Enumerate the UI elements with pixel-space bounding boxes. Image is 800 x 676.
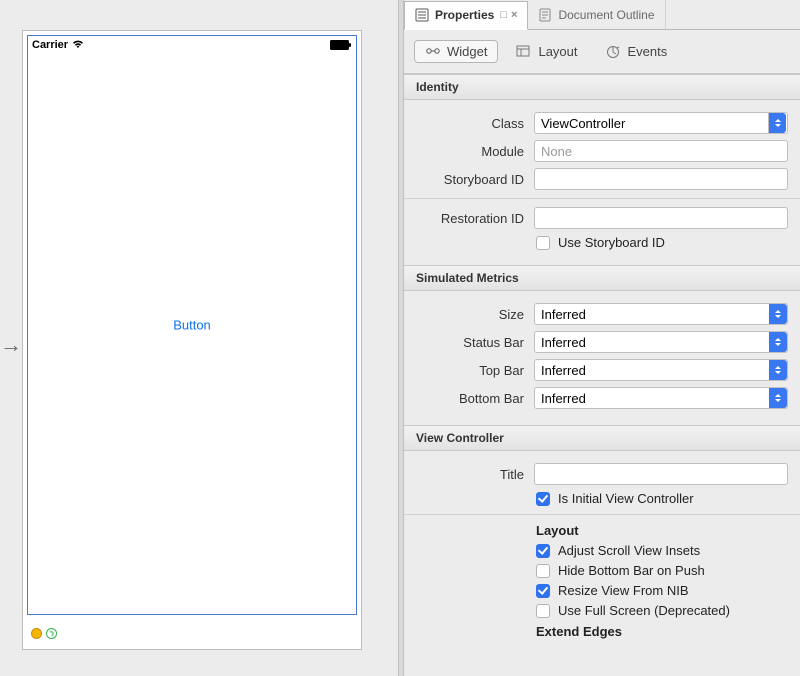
- subtab-widget[interactable]: Widget: [414, 40, 498, 63]
- document-outline-icon: [538, 8, 552, 22]
- simulated-status-bar: Carrier: [28, 36, 356, 54]
- tab-document-outline[interactable]: Document Outline: [528, 0, 665, 29]
- events-icon: [606, 45, 622, 59]
- tab-document-outline-label: Document Outline: [558, 8, 654, 22]
- battery-icon: [330, 40, 352, 50]
- is-initial-checkbox[interactable]: [536, 492, 550, 506]
- adjust-insets-checkbox[interactable]: [536, 544, 550, 558]
- class-label: Class: [416, 116, 524, 131]
- view-controller-icon[interactable]: [31, 628, 42, 639]
- storyboard-id-label: Storyboard ID: [416, 172, 524, 187]
- section-viewcontroller-header[interactable]: View Controller: [404, 425, 800, 451]
- view-controller-view[interactable]: Carrier Button: [27, 35, 357, 615]
- resize-nib-checkbox[interactable]: [536, 584, 550, 598]
- fullscreen-label: Use Full Screen (Deprecated): [558, 603, 730, 618]
- size-popup[interactable]: Inferred: [534, 303, 788, 325]
- pad-close-icon[interactable]: ×: [511, 9, 517, 21]
- use-storyboard-id-label: Use Storyboard ID: [558, 235, 665, 250]
- hide-bottom-checkbox[interactable]: [536, 564, 550, 578]
- storyboard-canvas[interactable]: → Carrier Button: [0, 0, 398, 676]
- statusbar-label: Status Bar: [416, 335, 524, 350]
- title-field[interactable]: [534, 463, 788, 485]
- section-identity-header[interactable]: Identity: [404, 74, 800, 100]
- subtab-layout-label: Layout: [538, 44, 577, 59]
- statusbar-popup[interactable]: Inferred: [534, 331, 788, 353]
- module-field[interactable]: [534, 140, 788, 162]
- title-label: Title: [416, 467, 524, 482]
- properties-content[interactable]: Identity Class ViewController Module Sto…: [404, 74, 800, 676]
- topbar-label: Top Bar: [416, 363, 524, 378]
- widget-icon: [425, 45, 441, 59]
- resize-nib-label: Resize View From NIB: [558, 583, 689, 598]
- size-label: Size: [416, 307, 524, 322]
- class-combobox[interactable]: ViewController: [534, 112, 788, 134]
- hide-bottom-label: Hide Bottom Bar on Push: [558, 563, 705, 578]
- module-label: Module: [416, 144, 524, 159]
- subtab-layout[interactable]: Layout: [506, 40, 587, 63]
- properties-icon: [415, 8, 429, 22]
- scene-dock[interactable]: [31, 628, 57, 639]
- button-widget[interactable]: Button: [173, 318, 211, 333]
- adjust-insets-label: Adjust Scroll View Insets: [558, 543, 700, 558]
- tab-properties[interactable]: Properties □ ×: [404, 1, 528, 30]
- panel-tab-bar: Properties □ × Document Outline: [404, 0, 800, 30]
- fullscreen-checkbox[interactable]: [536, 604, 550, 618]
- pad-autohide-icon[interactable]: □: [500, 9, 507, 21]
- initial-segue-arrow-icon: →: [0, 332, 22, 358]
- first-responder-icon[interactable]: [46, 628, 57, 639]
- subtab-widget-label: Widget: [447, 44, 487, 59]
- restoration-id-field[interactable]: [534, 207, 788, 229]
- extend-edges-subheader: Extend Edges: [536, 624, 788, 639]
- bottombar-popup[interactable]: Inferred: [534, 387, 788, 409]
- subtab-events[interactable]: Events: [596, 40, 678, 63]
- section-simmetrics-header[interactable]: Simulated Metrics: [404, 265, 800, 291]
- inspector-subtabs: Widget Layout Events: [404, 30, 800, 74]
- chevron-updown-icon[interactable]: [768, 113, 786, 133]
- carrier-label: Carrier: [32, 39, 68, 51]
- wifi-icon: [72, 38, 84, 52]
- storyboard-id-field[interactable]: [534, 168, 788, 190]
- topbar-popup[interactable]: Inferred: [534, 359, 788, 381]
- layout-icon: [516, 45, 532, 59]
- is-initial-label: Is Initial View Controller: [558, 491, 694, 506]
- subtab-events-label: Events: [628, 44, 668, 59]
- tab-properties-label: Properties: [435, 8, 494, 22]
- properties-panel: Properties □ × Document Outline Widget L…: [404, 0, 800, 676]
- restoration-id-label: Restoration ID: [416, 211, 524, 226]
- view-controller-scene[interactable]: Carrier Button: [22, 30, 362, 650]
- layout-subheader: Layout: [536, 523, 788, 538]
- use-storyboard-id-checkbox[interactable]: [536, 236, 550, 250]
- bottombar-label: Bottom Bar: [416, 391, 524, 406]
- class-value: ViewController: [541, 116, 625, 131]
